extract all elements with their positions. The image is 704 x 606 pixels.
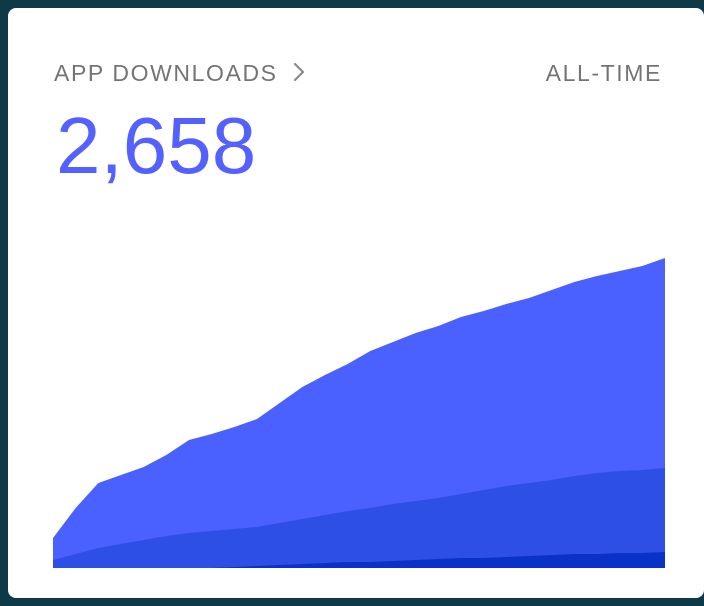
app-downloads-link[interactable]: APP DOWNLOADS [54, 60, 306, 87]
time-range-selector[interactable]: ALL-TIME [546, 60, 662, 87]
app-downloads-card: APP DOWNLOADS ALL-TIME 2,658 [8, 8, 704, 598]
card-title: APP DOWNLOADS [54, 59, 278, 86]
downloads-area-chart [53, 258, 665, 568]
chevron-right-icon [293, 62, 304, 82]
card-header: APP DOWNLOADS ALL-TIME [54, 58, 662, 88]
downloads-total: 2,658 [56, 101, 257, 190]
